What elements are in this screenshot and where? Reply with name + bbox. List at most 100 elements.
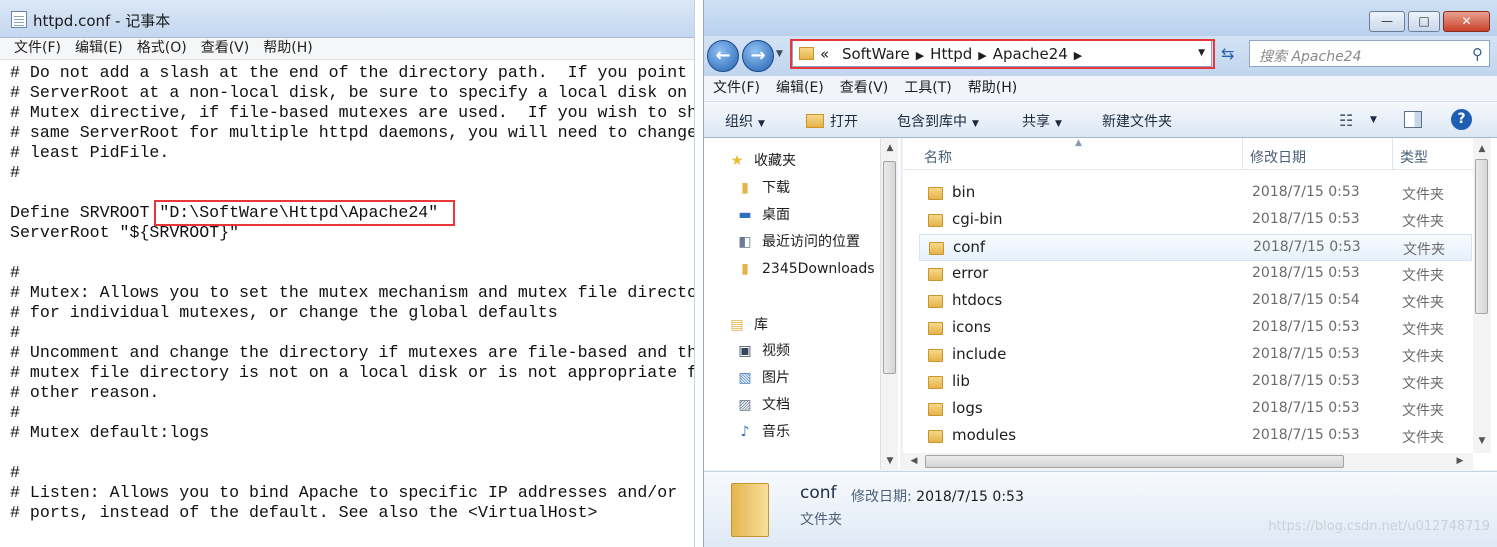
explorer-menu-bar: 文件(F) 编辑(E) 查看(V) 工具(T) 帮助(H) [704,76,1497,102]
notepad-menu-file[interactable]: 文件(F) [14,38,61,59]
forward-arrow-icon[interactable]: → [742,40,774,72]
file-type: 文件夹 [1402,187,1444,203]
column-header: ▲ 名称 修改日期 类型 [903,138,1478,170]
file-row-htdocs[interactable]: htdocs 2018/7/15 0:54 文件夹 [919,288,1472,315]
recent-pages-chevron-icon[interactable]: ▼ [776,49,783,59]
close-button[interactable]: ✕ [1443,11,1490,32]
column-divider[interactable] [1242,138,1243,170]
organize-button[interactable]: 组织 ▼ [725,111,765,131]
scroll-up-arrow-icon[interactable]: ▲ [883,143,897,153]
file-list-horizontal-scrollbar[interactable]: ◀ ▶ [903,453,1473,471]
text-line: # Do not add a slash at the end of the d… [10,63,688,82]
help-icon[interactable]: ? [1451,109,1472,130]
details-modified-label: 修改日期: [851,489,912,505]
details-modified: 修改日期: 2018/7/15 0:53 [851,486,1024,506]
menu-file[interactable]: 文件(F) [713,76,760,101]
file-row-icons[interactable]: icons 2018/7/15 0:53 文件夹 [919,315,1472,342]
view-options-icon[interactable]: ☷ [1339,111,1353,130]
share-button[interactable]: 共享 ▼ [1022,111,1062,131]
file-name: include [952,345,1007,363]
back-arrow-icon[interactable]: ← [707,40,739,72]
file-row-bin[interactable]: bin 2018/7/15 0:53 文件夹 [919,180,1472,207]
search-field[interactable]: 搜索 Apache24 ⚲ [1249,40,1490,67]
details-pane: conf 修改日期: 2018/7/15 0:53 文件夹 https://bl… [704,471,1497,547]
folder-icon [928,295,943,308]
details-modified-value: 2018/7/15 0:53 [916,489,1024,505]
nav-music-label: 音乐 [762,424,790,440]
scroll-down-arrow-icon[interactable]: ▼ [883,456,897,466]
notepad-menu-bar: 文件(F) 编辑(E) 格式(O) 查看(V) 帮助(H) [0,38,694,60]
folder-icon [928,430,943,443]
column-name[interactable]: 名称 [924,147,952,167]
maximize-button[interactable]: □ [1408,11,1440,32]
column-divider[interactable] [1392,138,1393,170]
menu-view[interactable]: 查看(V) [840,76,889,101]
file-row-error[interactable]: error 2018/7/15 0:53 文件夹 [919,261,1472,288]
column-date-modified[interactable]: 修改日期 [1250,147,1306,167]
nav-libraries[interactable]: ▤ 库 [728,315,768,335]
chevron-down-icon: ▼ [1055,119,1062,129]
file-row-logs[interactable]: logs 2018/7/15 0:53 文件夹 [919,396,1472,423]
nav-scrollbar[interactable]: ▲ ▼ [880,138,898,470]
nav-documents[interactable]: ▨ 文档 [736,395,790,415]
nav-videos[interactable]: ▣ 视频 [736,341,790,361]
nav-pictures[interactable]: ▧ 图片 [736,368,790,388]
notepad-menu-help[interactable]: 帮助(H) [263,38,312,59]
scroll-left-arrow-icon[interactable]: ◀ [907,456,921,466]
notepad-menu-format[interactable]: 格式(O) [137,38,187,59]
scroll-down-arrow-icon[interactable]: ▼ [1475,436,1489,446]
notepad-menu-view[interactable]: 查看(V) [201,38,250,59]
scroll-up-arrow-icon[interactable]: ▲ [1475,144,1489,154]
star-icon: ★ [730,153,744,169]
nav-scroll-thumb[interactable] [883,161,896,374]
nav-desktop[interactable]: ▬ 桌面 [736,205,790,225]
file-row-cgi-bin[interactable]: cgi-bin 2018/7/15 0:53 文件夹 [919,207,1472,234]
file-row-modules[interactable]: modules 2018/7/15 0:53 文件夹 [919,423,1472,450]
nav-downloads[interactable]: ▮ 下载 [736,178,790,198]
documents-icon: ▨ [738,397,752,413]
search-icon[interactable]: ⚲ [1472,45,1483,63]
minimize-button[interactable]: — [1369,11,1405,32]
nav-2345downloads[interactable]: ▮ 2345Downloads [736,259,874,279]
nav-desktop-label: 桌面 [762,207,790,223]
horizontal-scroll-thumb[interactable] [925,455,1344,468]
file-list-vertical-scrollbar[interactable]: ▲ ▼ [1473,138,1491,453]
file-row-include[interactable]: include 2018/7/15 0:53 文件夹 [919,342,1472,369]
videos-icon: ▣ [738,343,752,359]
command-bar: 组织 ▼ 打开 包含到库中 ▼ 共享 ▼ 新建文件夹 ☷ ▼ ? [704,102,1497,138]
text-line: # mutex file directory is not on a local… [10,363,694,382]
include-in-library-button[interactable]: 包含到库中 ▼ [897,111,979,131]
nav-music[interactable]: ♪ 音乐 [736,422,790,442]
nav-recent-places[interactable]: ◧ 最近访问的位置 [736,232,860,252]
new-folder-button[interactable]: 新建文件夹 [1102,111,1172,131]
text-line: # Mutex: Allows you to set the mutex mec… [10,283,694,302]
text-line: # least PidFile. [10,143,170,162]
column-type[interactable]: 类型 [1400,147,1428,167]
menu-edit[interactable]: 编辑(E) [776,76,824,101]
notepad-menu-edit[interactable]: 编辑(E) [75,38,123,59]
refresh-icon[interactable]: ⇆ [1221,44,1234,63]
file-row-lib[interactable]: lib 2018/7/15 0:53 文件夹 [919,369,1472,396]
preview-pane-icon[interactable] [1404,111,1422,128]
file-list-scroll-thumb[interactable] [1475,159,1488,314]
open-button[interactable]: 打开 [806,111,858,131]
menu-help[interactable]: 帮助(H) [968,76,1017,101]
include-label: 包含到库中 [897,114,967,130]
file-list-pane: ▲ 名称 修改日期 类型 bin 2018/7/15 0:53 文件夹 cgi-… [903,138,1497,470]
menu-tools[interactable]: 工具(T) [904,76,951,101]
file-date: 2018/7/15 0:53 [1252,373,1360,389]
nav-favorites[interactable]: ★ 收藏夹 [728,151,796,171]
file-type: 文件夹 [1402,268,1444,284]
notepad-text-area[interactable]: # Do not add a slash at the end of the d… [10,63,694,547]
srvroot-path-highlight [154,200,455,226]
file-name: conf [953,238,986,256]
file-row-conf[interactable]: conf 2018/7/15 0:53 文件夹 [919,234,1472,261]
view-dropdown-icon[interactable]: ▼ [1370,115,1377,125]
nav-videos-label: 视频 [762,343,790,359]
text-line: # other reason. [10,383,160,402]
file-type: 文件夹 [1402,322,1444,338]
scroll-right-arrow-icon[interactable]: ▶ [1453,456,1467,466]
file-name: htdocs [952,291,1003,309]
text-line: # Mutex default:logs [10,423,210,442]
downloads-folder-icon: ▮ [741,180,749,196]
